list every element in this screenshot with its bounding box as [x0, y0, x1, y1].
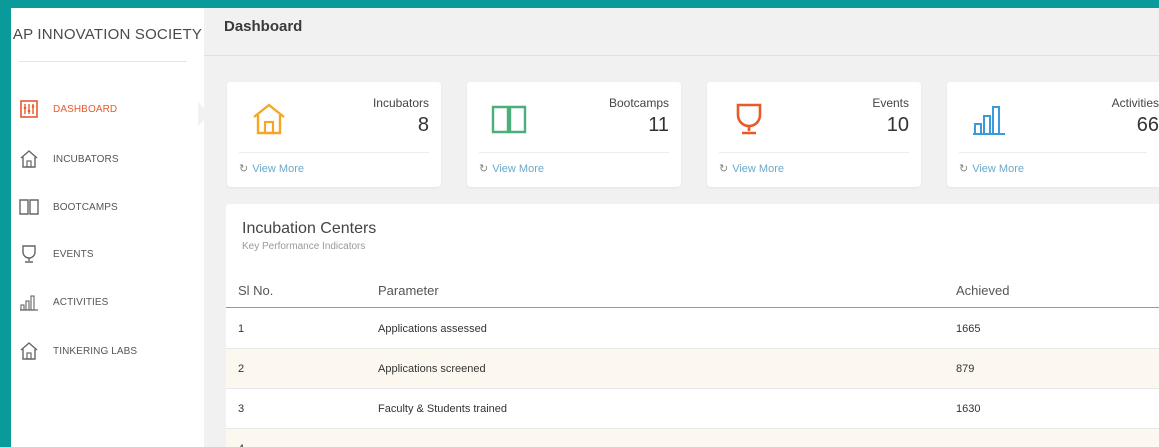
book-icon — [18, 196, 40, 218]
card-divider — [719, 152, 909, 153]
brand-title: AP INNOVATION SOCIETY — [12, 26, 203, 43]
sidebar-item-events[interactable]: EVENTS — [11, 239, 204, 269]
panel-title: Incubation Centers — [242, 220, 377, 237]
card-label: Incubators — [372, 96, 429, 110]
view-more-link[interactable]: ↻ View More — [479, 162, 544, 176]
column-header-parameter: Parameter — [378, 283, 439, 298]
cell-parameter: Applications assessed — [378, 323, 487, 335]
home-icon — [18, 340, 40, 362]
view-more-link[interactable]: ↻ View More — [959, 162, 1024, 176]
sidebar-item-label: EVENTS — [53, 248, 94, 260]
card-value: 8 — [417, 114, 429, 136]
card-value: 11 — [648, 114, 669, 136]
view-more-link[interactable]: ↻ View More — [239, 162, 304, 176]
cell-sl-no: 2 — [238, 363, 245, 375]
book-icon — [491, 105, 527, 134]
panel-subtitle: Key Performance Indicators — [242, 241, 366, 252]
refresh-icon: ↻ — [959, 163, 969, 175]
sidebar-item-dashboard[interactable]: DASHBOARD — [11, 94, 204, 124]
stat-card-incubators: Incubators 8 ↻ View More — [227, 82, 441, 187]
cell-sl-no: 4 — [238, 443, 244, 447]
table-row: 2 Applications screened 879 — [226, 349, 1159, 389]
cell-sl-no: 3 — [238, 403, 245, 415]
column-header-sl-no: Sl No. — [238, 283, 274, 298]
card-divider — [959, 152, 1147, 153]
sidebar-item-label: ACTIVITIES — [53, 296, 109, 308]
table-row: 1 Applications assessed 1665 — [226, 309, 1159, 349]
home-icon — [253, 103, 285, 135]
cell-achieved: 1665 — [956, 323, 981, 335]
card-divider — [479, 152, 669, 153]
card-label: Events — [872, 96, 909, 110]
table-row: 3 Faculty & Students trained 1630 — [226, 389, 1159, 429]
view-more-label: View More — [972, 162, 1024, 175]
card-value: 10 — [886, 114, 909, 136]
brand-divider — [19, 61, 187, 62]
column-header-achieved: Achieved — [956, 283, 1010, 298]
sidebar-item-label: BOOTCAMPS — [53, 201, 118, 213]
cell-parameter: Applications screened — [378, 363, 486, 375]
cell-sl-no: 1 — [238, 323, 245, 335]
sidebar-item-label: DASHBOARD — [53, 103, 118, 115]
top-bar: Dashboard — [204, 8, 1159, 56]
view-more-label: View More — [732, 162, 784, 175]
sidebar-item-activities[interactable]: ACTIVITIES — [11, 287, 204, 317]
page-title: Dashboard — [224, 18, 303, 35]
refresh-icon: ↻ — [239, 163, 249, 175]
stat-card-events: Events 10 ↻ View More — [707, 82, 921, 187]
main-content: Dashboard Incubators 8 ↻ View More Bootca… — [204, 8, 1159, 447]
card-label: Activities — [1111, 96, 1159, 110]
refresh-icon: ↻ — [479, 163, 489, 175]
table-row: 4 — [226, 429, 1159, 447]
sidebar-item-label: INCUBATORS — [53, 153, 119, 165]
card-divider — [239, 152, 429, 153]
bar-chart-icon — [973, 106, 1005, 135]
incubation-centers-panel: Incubation Centers Key Performance Indic… — [226, 204, 1159, 447]
view-more-label: View More — [492, 162, 544, 175]
card-label: Bootcamps — [608, 96, 669, 110]
sidebar-item-tinkering-labs[interactable]: TINKERING LABS — [11, 336, 204, 366]
trophy-icon — [736, 103, 762, 135]
stat-card-bootcamps: Bootcamps 11 ↻ View More — [467, 82, 681, 187]
sidebar-item-label: TINKERING LABS — [53, 345, 138, 357]
table-header: Sl No. Parameter Achieved — [226, 272, 1159, 308]
refresh-icon: ↻ — [719, 163, 729, 175]
cell-achieved: 1630 — [956, 403, 981, 415]
cell-achieved: 879 — [956, 363, 975, 375]
view-more-link[interactable]: ↻ View More — [719, 162, 784, 176]
card-value: 66 — [1136, 114, 1159, 136]
sidebar: AP INNOVATION SOCIETY DASHBOARD INCUBATO… — [11, 8, 210, 447]
trophy-icon — [18, 243, 40, 265]
view-more-label: View More — [252, 162, 304, 175]
stat-card-activities: Activities 66 ↻ View More — [947, 82, 1159, 187]
sidebar-item-bootcamps[interactable]: BOOTCAMPS — [11, 192, 204, 222]
home-icon — [18, 148, 40, 170]
cell-parameter: Faculty & Students trained — [378, 403, 508, 415]
bar-chart-icon — [18, 291, 40, 313]
sidebar-item-incubators[interactable]: INCUBATORS — [11, 144, 204, 174]
dashboard-icon — [18, 98, 40, 120]
